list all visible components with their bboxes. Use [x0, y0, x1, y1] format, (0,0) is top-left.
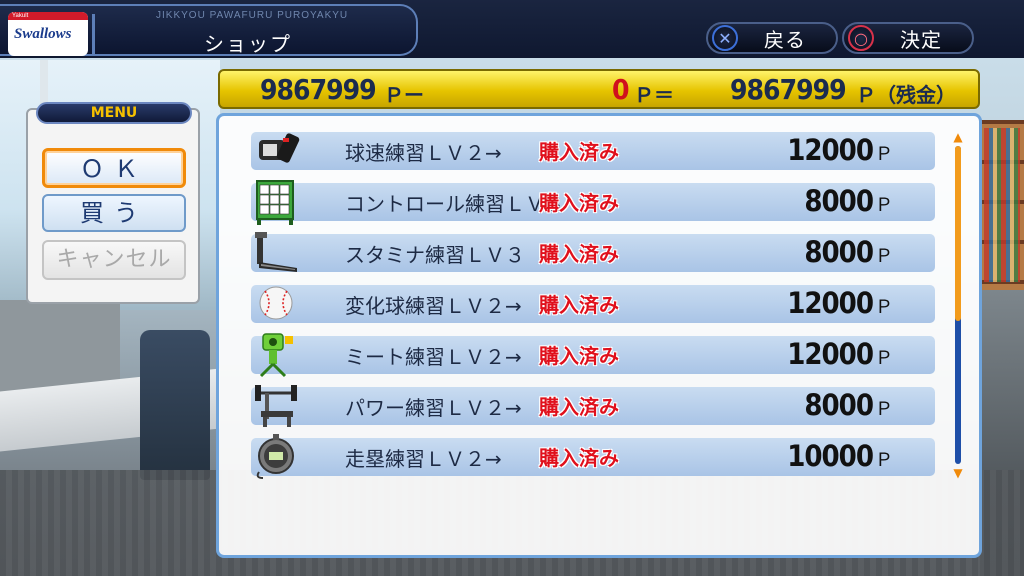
item-name: 球速練習ＬＶ２→: [345, 141, 502, 165]
item-price-unit: Ｐ: [875, 144, 893, 165]
current-points: 9867999: [260, 73, 377, 106]
logo-brand-small: Yakult: [12, 13, 29, 19]
current-points-suffix: Ｐー: [384, 83, 424, 107]
back-button[interactable]: ✕ 戻る: [706, 22, 838, 54]
menu-panel: ＯＫ 買う キャンセル: [26, 108, 200, 304]
scroll-track[interactable]: [955, 146, 961, 464]
scroll-down-arrow-icon[interactable]: ▼: [951, 466, 965, 480]
sold-label: 購入済み: [539, 242, 619, 266]
pitching-machine-icon: [259, 333, 293, 378]
background-chair: [140, 330, 210, 480]
confirm-button[interactable]: ○ 決定: [842, 22, 974, 54]
shop-item[interactable]: ミート練習ＬＶ２→ 購入済み 12000 Ｐ: [251, 333, 935, 378]
item-name: コントロール練習ＬＶ３: [345, 192, 565, 216]
cross-icon: ✕: [712, 25, 738, 51]
treadmill-icon: [255, 232, 297, 272]
item-price: 12000: [787, 286, 874, 320]
sold-label: 購入済み: [539, 344, 619, 368]
item-price: 8000: [804, 235, 874, 269]
cancel-button[interactable]: キャンセル: [42, 240, 186, 280]
shop-item[interactable]: パワー練習ＬＶ２→ 購入済み 8000 Ｐ: [251, 385, 935, 427]
buy-button[interactable]: 買う: [42, 194, 186, 232]
header-bar: Yakult Swallows JIKKYOU PAWAFURU PUROYAK…: [0, 0, 1024, 58]
bench-press-icon: [255, 385, 297, 427]
shop-item[interactable]: 球速練習ＬＶ２→ 購入済み 12000 Ｐ: [251, 132, 935, 170]
shop-item[interactable]: 変化球練習ＬＶ２→ 購入済み 12000 Ｐ: [251, 285, 935, 323]
sold-label: 購入済み: [539, 446, 619, 470]
item-price-unit: Ｐ: [875, 246, 893, 267]
back-button-label: 戻る: [764, 27, 806, 52]
item-name: 変化球練習ＬＶ２→: [345, 294, 522, 318]
divider: [92, 14, 95, 54]
sold-label: 購入済み: [539, 293, 619, 317]
cost-points-suffix: Ｐ＝: [634, 83, 674, 107]
sold-label: 購入済み: [539, 191, 619, 215]
item-price: 12000: [787, 337, 874, 371]
ok-button[interactable]: ＯＫ: [42, 148, 186, 188]
background-bookshelf: [980, 120, 1024, 290]
item-price: 8000: [804, 388, 874, 422]
sold-label: 購入済み: [539, 140, 619, 164]
speed-gun-icon: [259, 133, 300, 163]
points-bar: 9867999 Ｐー 0 Ｐ＝ 9867999 Ｐ（残金）: [218, 69, 980, 109]
logo-brand: Swallows: [14, 26, 72, 42]
shop-item[interactable]: コントロール練習ＬＶ３ 購入済み 8000 Ｐ: [251, 180, 935, 225]
shop-item[interactable]: スタミナ練習ＬＶ３ 購入済み 8000 Ｐ: [251, 232, 935, 272]
page-title: ショップ: [204, 32, 292, 56]
confirm-button-label: 決定: [900, 27, 942, 52]
item-name: パワー練習ＬＶ２→: [345, 396, 522, 420]
menu-title: MENU: [36, 102, 192, 124]
item-price-unit: Ｐ: [875, 297, 893, 318]
item-name: スタミナ練習ＬＶ３: [345, 243, 525, 267]
item-name: 走塁練習ＬＶ２→: [345, 447, 502, 471]
circle-icon: ○: [848, 25, 874, 51]
remaining-points: 9867999: [730, 73, 847, 106]
cost-points: 0: [612, 73, 630, 106]
remaining-points-suffix: Ｐ（残金）: [856, 83, 956, 107]
item-price-unit: Ｐ: [875, 348, 893, 369]
item-price-unit: Ｐ: [875, 450, 893, 471]
team-logo: Yakult Swallows: [8, 12, 88, 56]
game-subtitle: JIKKYOU PAWAFURU PUROYAKYU: [156, 10, 349, 21]
shop-item[interactable]: 走塁練習ＬＶ２→ 購入済み 10000 Ｐ: [251, 434, 935, 479]
scrollbar[interactable]: ▲ ▼: [951, 130, 965, 480]
item-name: ミート練習ＬＶ２→: [345, 345, 522, 369]
item-price: 10000: [787, 439, 874, 473]
target-board-icon: [256, 180, 294, 225]
sold-label: 購入済み: [539, 395, 619, 419]
scroll-up-arrow-icon[interactable]: ▲: [951, 130, 965, 144]
item-price-unit: Ｐ: [875, 195, 893, 216]
title-tab: Yakult Swallows JIKKYOU PAWAFURU PUROYAK…: [0, 4, 418, 56]
shop-list: 球速練習ＬＶ２→ 購入済み 12000 Ｐ コントロール練習ＬＶ３ 購入済み 8…: [216, 113, 982, 558]
scroll-thumb[interactable]: [955, 146, 961, 321]
item-price-unit: Ｐ: [875, 399, 893, 420]
baseball-icon: [259, 286, 293, 320]
item-price: 12000: [787, 133, 874, 167]
item-price: 8000: [804, 184, 874, 218]
stopwatch-icon: [256, 434, 294, 479]
